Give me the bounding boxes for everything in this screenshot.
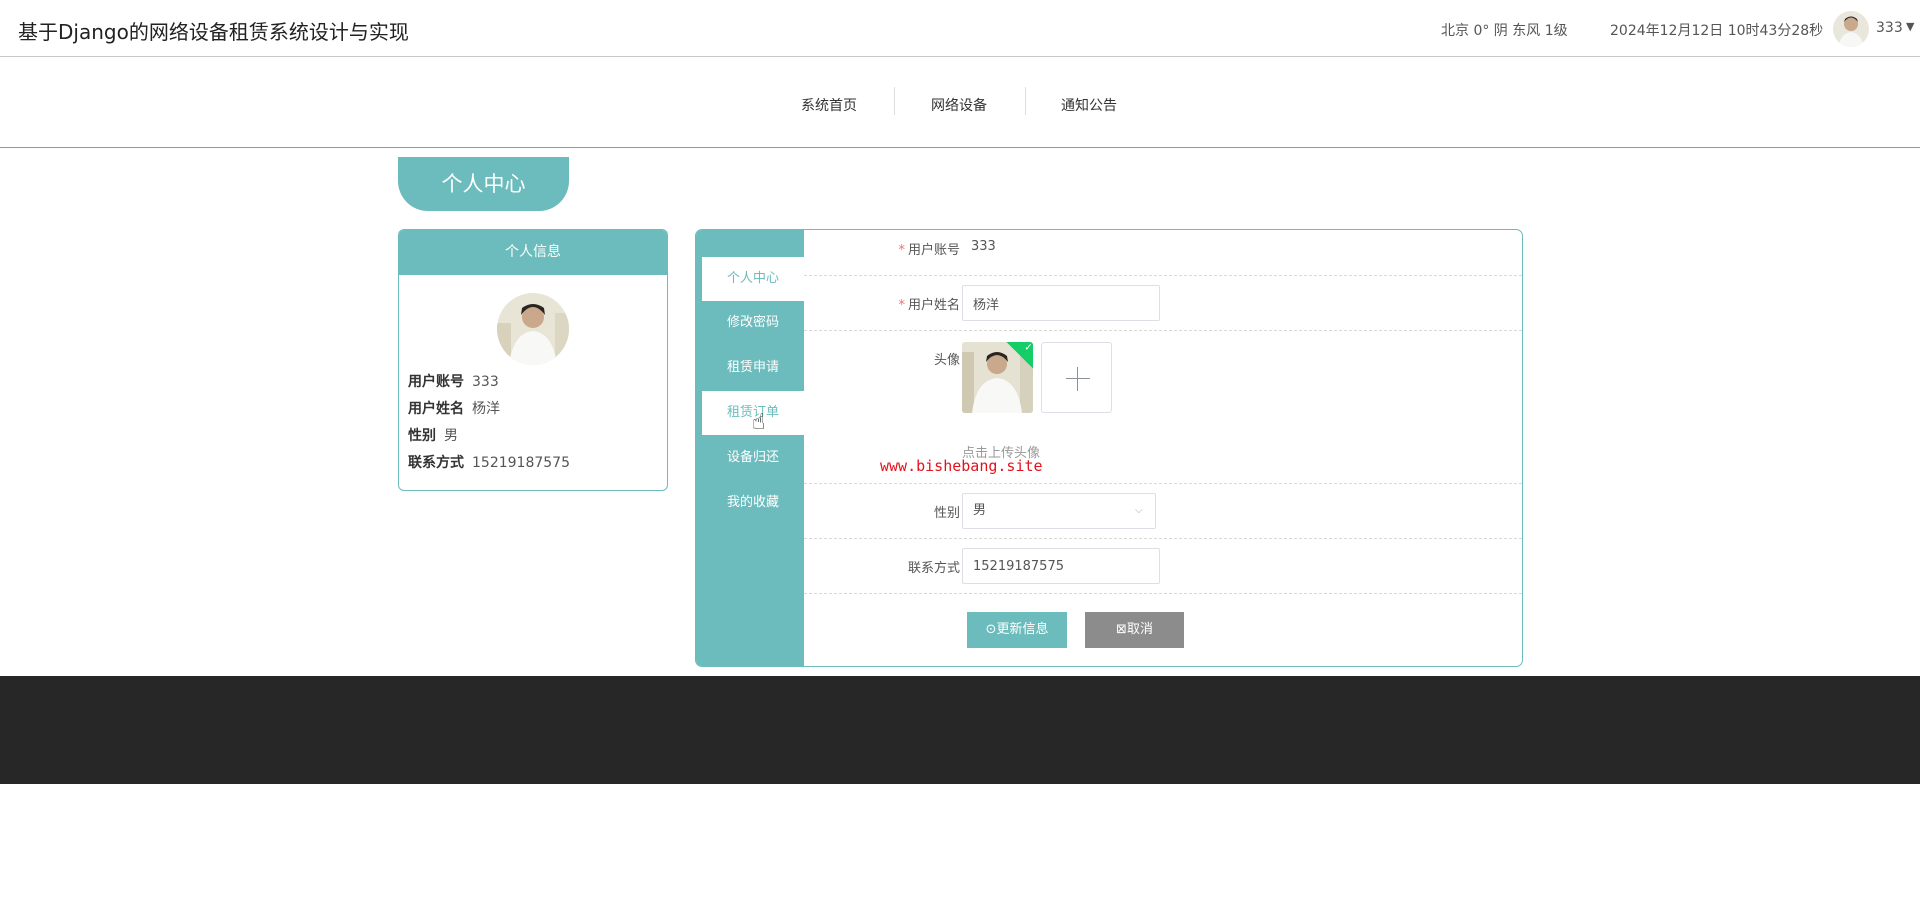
profile-value: 男	[444, 428, 458, 444]
name-input[interactable]	[962, 285, 1160, 321]
nav-item-home[interactable]: 系统首页	[801, 95, 857, 115]
phone-input[interactable]	[962, 548, 1160, 584]
add-avatar-button[interactable]	[1041, 342, 1112, 413]
form-row-name: * 用户姓名	[804, 276, 1522, 331]
cancel-button[interactable]: ⊠取消	[1085, 612, 1184, 648]
profile-value: 15219187575	[472, 455, 570, 471]
profile-row-account: 用户账号 333	[408, 371, 499, 391]
side-item-my-favorites[interactable]: 我的收藏	[702, 481, 804, 525]
form-row-phone: 联系方式	[804, 539, 1522, 594]
side-item-device-return[interactable]: 设备归还	[702, 436, 804, 480]
cancel-label: 取消	[1126, 622, 1153, 637]
nav-divider	[894, 87, 895, 115]
phone-label: 联系方式	[907, 561, 960, 576]
page-title: 个人中心	[398, 157, 569, 211]
name-label: * 用户姓名	[898, 298, 960, 313]
update-info-label: 更新信息	[996, 622, 1049, 637]
caret-down-icon[interactable]: ▼	[1906, 20, 1914, 33]
form-row-account: * 用户账号 333	[804, 230, 1522, 276]
account-label: * 用户账号	[898, 243, 960, 258]
chevron-down-icon[interactable]: ⌵	[1135, 505, 1143, 516]
datetime: 2024年12月12日 10时43分28秒	[1610, 23, 1824, 39]
footer	[0, 676, 1920, 784]
form-row-gender: 性别 男 ⌵	[804, 484, 1522, 539]
hand-cursor-icon: ☝	[752, 410, 766, 435]
profile-key: 性别	[408, 428, 436, 444]
avatar-thumbnail[interactable]: ✓	[962, 342, 1033, 413]
personal-center-panel: 个人中心 修改密码 租赁申请 租赁订单 设备归还 我的收藏 * 用户账号 333 …	[695, 229, 1523, 667]
profile-row-name: 用户姓名 杨洋	[408, 398, 500, 418]
profile-value: 333	[472, 374, 499, 390]
main-nav: 系统首页 网络设备 通知公告	[0, 57, 1920, 148]
side-item-personal-center[interactable]: 个人中心	[702, 257, 804, 301]
user-avatar-icon[interactable]	[1833, 11, 1869, 47]
side-item-rental-application[interactable]: 租赁申请	[702, 346, 804, 390]
side-item-change-password[interactable]: 修改密码	[702, 301, 804, 345]
profile-avatar	[497, 293, 569, 365]
username[interactable]: 333	[1876, 20, 1903, 36]
profile-key: 用户姓名	[408, 401, 464, 417]
gender-select[interactable]: 男	[962, 493, 1156, 529]
profile-key: 用户账号	[408, 374, 464, 390]
side-menu: 个人中心 修改密码 租赁申请 租赁订单 设备归还 我的收藏	[696, 230, 804, 666]
nav-item-notices[interactable]: 通知公告	[1061, 95, 1117, 115]
profile-card: 个人信息 用户账号 333 用户姓名 杨洋 性别男 联系方式 15219187575	[398, 229, 668, 491]
name-label-text: 用户姓名	[907, 298, 960, 313]
top-bar: 基于Django的网络设备租赁系统设计与实现 北京 0° 阴 东风 1级 202…	[0, 0, 1920, 57]
nav-item-devices[interactable]: 网络设备	[931, 95, 987, 115]
account-value: 333	[971, 239, 996, 254]
weather-info: 北京 0° 阴 东风 1级	[1441, 23, 1568, 39]
site-title: 基于Django的网络设备租赁系统设计与实现	[18, 20, 409, 44]
profile-value: 杨洋	[472, 401, 500, 417]
update-info-button[interactable]: ⊙更新信息	[967, 612, 1067, 648]
cancel-icon: ⊠	[1116, 622, 1127, 637]
gender-label: 性别	[933, 506, 960, 521]
profile-key: 联系方式	[408, 455, 464, 471]
watermark: www.bishebang.site	[880, 457, 1043, 475]
check-circle-icon: ⊙	[985, 622, 997, 637]
profile-card-title: 个人信息	[399, 230, 667, 275]
profile-row-phone: 联系方式 15219187575	[408, 452, 570, 472]
account-label-text: 用户账号	[907, 243, 960, 258]
profile-row-gender: 性别男	[408, 425, 458, 445]
nav-divider	[1025, 87, 1026, 115]
avatar-label: 头像	[933, 353, 960, 368]
